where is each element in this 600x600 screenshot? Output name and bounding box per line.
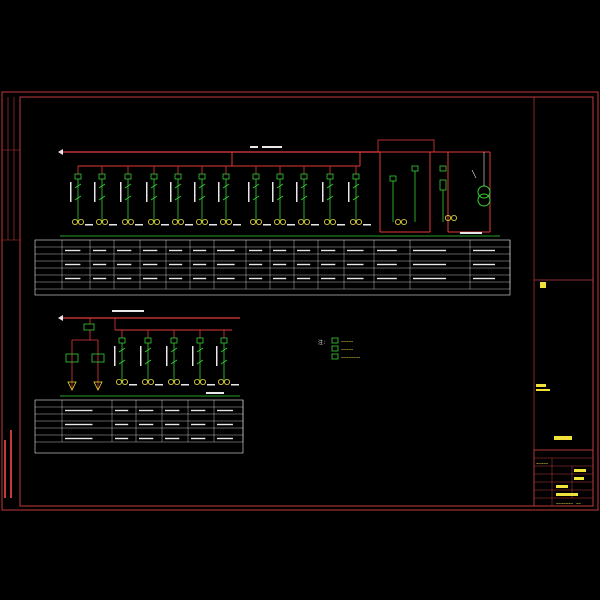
title-project: ~~~ xyxy=(556,436,564,441)
legend-item-1: ~~~~~ xyxy=(341,339,354,344)
legend-item-3: ~~~~~~~~ xyxy=(341,355,361,360)
legend-item-2: ~~~~~ xyxy=(341,347,354,352)
title-drawing-no: ~~~~~~~ xyxy=(556,501,573,506)
cad-drawing-canvas: 注： ~~~~~ ~~~~~ ~~~~~~~~ ~~~ ~~~~~ ~~~~~~… xyxy=(0,0,600,600)
title-drawing-name: ~~~~~ xyxy=(536,461,549,466)
legend-title: 注： xyxy=(318,339,328,346)
title-sheet: ~~ xyxy=(576,501,581,506)
